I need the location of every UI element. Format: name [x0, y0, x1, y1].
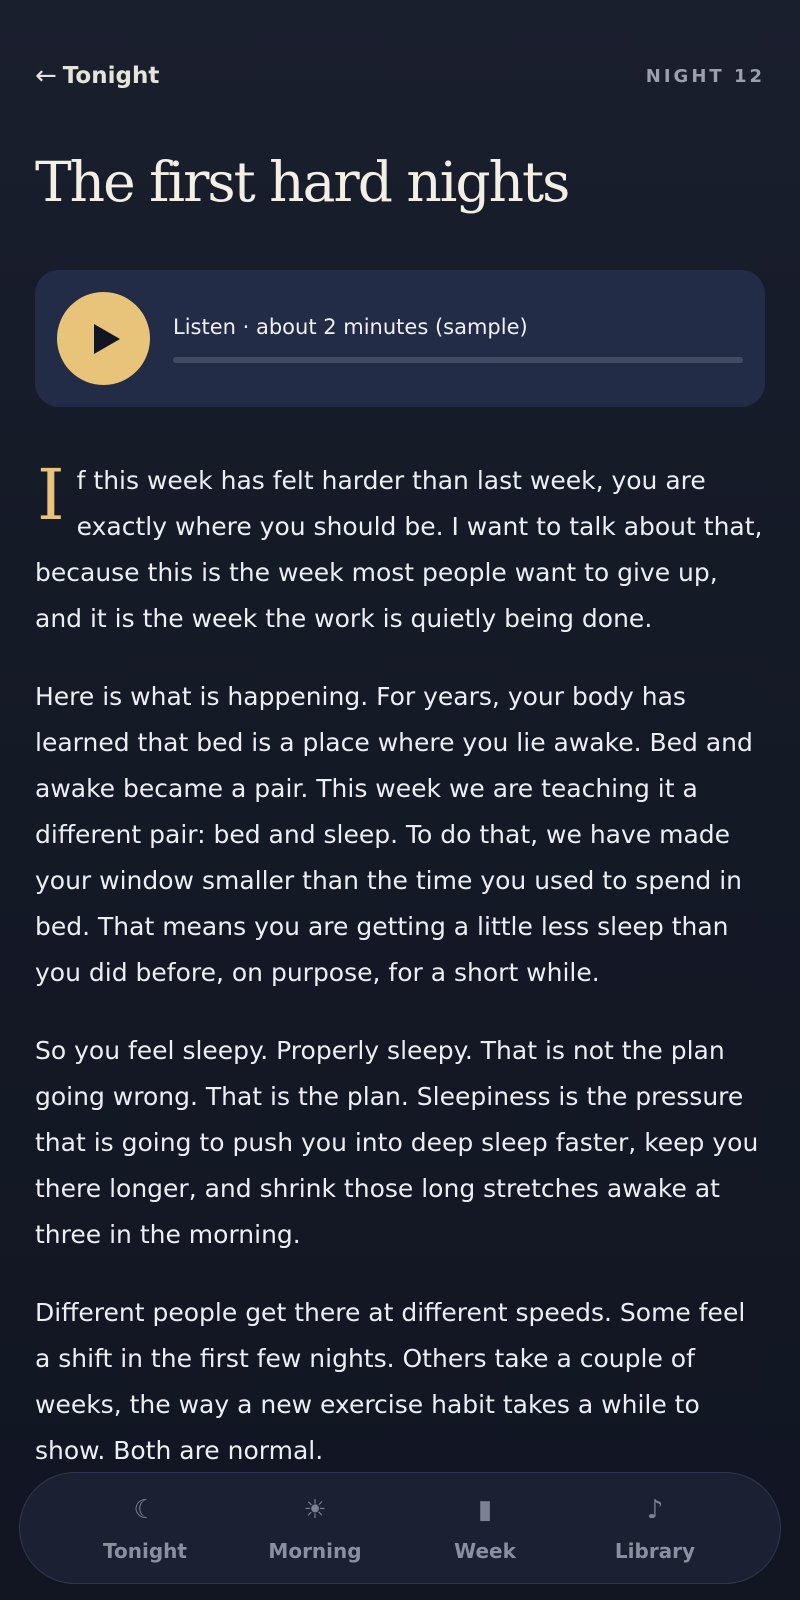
sun-icon: ☀	[303, 1495, 327, 1525]
back-label: Tonight	[62, 63, 160, 89]
night-label: NIGHT 12	[645, 65, 765, 87]
music-note-icon: ♪	[646, 1495, 664, 1525]
bottom-tab-bar: ☾ Tonight ☀ Morning ▮ Week ♪ Library	[19, 1472, 781, 1584]
audio-progress-bar[interactable]	[173, 356, 743, 363]
article-paragraph: Different people get there at different …	[35, 1298, 746, 1465]
back-button[interactable]: ← Tonight	[35, 63, 159, 89]
moon-icon: ☾	[133, 1495, 157, 1525]
tab-label: Morning	[268, 1539, 362, 1563]
article-paragraph: If this week has felt harder than last w…	[35, 458, 765, 642]
drop-cap: I	[37, 454, 65, 536]
article-paragraph: Here is what is happening. For years, yo…	[35, 682, 753, 987]
top-bar: ← Tonight NIGHT 12	[35, 58, 765, 94]
paragraph-text: f this week has felt harder than last we…	[35, 466, 763, 633]
audio-player: Listen · about 2 minutes (sample)	[35, 270, 765, 407]
play-button[interactable]	[57, 292, 150, 385]
article-paragraph: So you feel sleepy. Properly sleepy. Tha…	[35, 1036, 759, 1249]
bar-icon: ▮	[477, 1495, 493, 1525]
back-arrow-icon: ←	[35, 61, 57, 91]
page-title: The first hard nights	[35, 150, 570, 214]
tab-label: Tonight	[103, 1539, 187, 1563]
tab-week[interactable]: ▮ Week	[415, 1493, 555, 1563]
tab-library[interactable]: ♪ Library	[585, 1493, 725, 1563]
player-info: Listen · about 2 minutes (sample)	[173, 315, 743, 363]
play-icon	[93, 323, 120, 354]
article-body: If this week has felt harder than last w…	[35, 458, 765, 1506]
tab-tonight[interactable]: ☾ Tonight	[75, 1493, 215, 1563]
tab-label: Week	[454, 1539, 516, 1563]
tab-label: Library	[614, 1539, 696, 1563]
player-label: Listen · about 2 minutes (sample)	[173, 314, 528, 339]
tab-morning[interactable]: ☀ Morning	[245, 1493, 385, 1563]
